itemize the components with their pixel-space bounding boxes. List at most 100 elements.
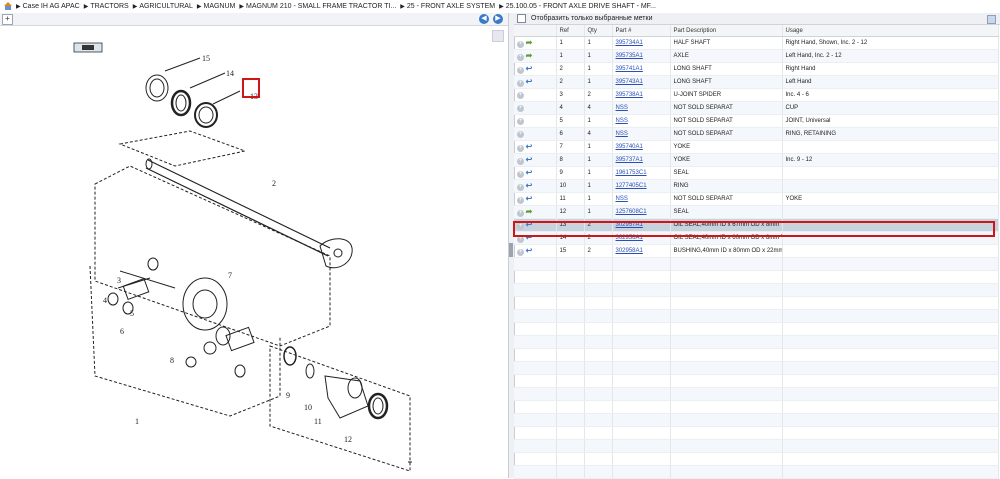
expand-icon[interactable] [987,15,996,24]
callout-label[interactable]: 4 [103,296,107,305]
breadcrumb-item[interactable]: MAGNUM [203,3,235,10]
header-part-number[interactable]: Part # [612,25,671,37]
part-number-link[interactable]: 395737A1 [616,157,643,163]
add-to-cart-icon[interactable]: + [517,209,524,217]
part-number-link[interactable]: 1961753C1 [616,170,647,176]
breadcrumb-item[interactable]: TRACTORS [90,3,128,10]
next-page-icon[interactable]: ▶ [493,14,503,24]
table-row[interactable]: + 6 4 NSS NOT SOLD SEPARAT RING, RETAINING [514,127,999,141]
cell-qty: 1 [584,140,613,154]
callout-label[interactable]: 3 [117,276,121,285]
add-to-cart-icon[interactable]: + [517,196,524,204]
diagram-toolbar: + ◀ ▶ [0,13,508,26]
callout-label[interactable]: 11 [314,417,322,426]
home-icon[interactable] [3,1,13,11]
add-to-cart-icon[interactable]: + [517,183,524,191]
table-row[interactable]: + ↩ 8 1 395737A1 YOKE Inc. 9 - 12 [514,153,999,167]
breadcrumb-item[interactable]: MAGNUM 210 - SMALL FRAME TRACTOR TI... [246,3,396,10]
table-header: Ref Qty Part # Part Description Usage [514,25,999,37]
breadcrumb-separator-icon: ▶ [83,3,89,10]
table-row[interactable]: + ➦ 1 1 395735A1 AXLE Left Hand, Inc. 2 - 12 [514,49,999,63]
cell-qty: 1 [584,36,613,50]
table-row[interactable]: + ↩ 2 1 395741A1 LONG SHAFT Right Hand [514,62,999,76]
header-qty[interactable]: Qty [584,25,613,37]
breadcrumb-item[interactable]: 25.100.05 - FRONT AXLE DRIVE SHAFT - MF.… [506,3,656,10]
callout-label[interactable]: 5 [130,309,134,318]
part-number-link[interactable]: 1277405C1 [616,183,647,189]
callout-label[interactable]: 13 [250,92,258,101]
cell-part-number: 395743A1 [612,75,671,89]
add-to-cart-icon[interactable]: + [517,91,524,99]
add-to-cart-icon[interactable]: + [517,235,524,243]
part-number-link[interactable]: 302956A1 [616,235,643,241]
part-number-link[interactable]: 302957A1 [616,222,643,228]
callout-label[interactable]: 10 [304,403,312,412]
callout-label[interactable]: 2 [272,179,276,188]
add-to-cart-icon[interactable]: + [517,248,524,256]
zoom-in-button[interactable]: + [2,14,13,25]
return-arrow-icon: ↩ [525,76,533,86]
callout-label[interactable]: 1 [135,417,139,426]
part-number-link[interactable]: 395738A1 [616,92,643,98]
table-row[interactable]: + 4 4 NSS NOT SOLD SEPARAT CUP [514,101,999,115]
add-to-cart-icon[interactable]: + [517,144,524,152]
cell-part-number: NSS [612,114,671,128]
add-to-cart-icon[interactable]: + [517,79,524,87]
part-number-link[interactable]: 1257608C1 [616,209,647,215]
part-number-link[interactable]: NSS [616,105,628,111]
previous-page-icon[interactable]: ◀ [479,14,489,24]
part-number-link[interactable]: NSS [616,118,628,124]
table-row[interactable]: + ↩ 15 2 302958A1 BUSHING,40mm ID x 80mm OD … [514,244,999,258]
table-row[interactable]: + ↩ 9 1 1961753C1 SEAL [514,166,999,180]
splitter-grip[interactable] [509,243,513,257]
add-to-cart-icon[interactable]: + [517,130,524,138]
callout-label[interactable]: 7 [228,271,232,280]
breadcrumb-item[interactable]: 25 - FRONT AXLE SYSTEM [407,3,495,10]
part-number-link[interactable]: 395740A1 [616,144,643,150]
header-description[interactable]: Part Description [670,25,783,37]
part-number-link[interactable]: 395735A1 [616,53,643,59]
add-to-cart-icon[interactable]: + [517,104,524,112]
breadcrumb-item[interactable]: AGRICULTURAL [139,3,193,10]
cell-ref: 14 [556,231,585,245]
part-number-link[interactable]: 395741A1 [616,66,643,72]
breadcrumb-item[interactable]: Case IH AG APAC [23,3,80,10]
callout-label[interactable]: 12 [344,435,352,444]
add-to-cart-icon[interactable]: + [517,66,524,74]
return-arrow-icon: ↩ [525,167,533,177]
table-row[interactable]: + ↩ 7 1 395740A1 YOKE [514,140,999,154]
header-usage[interactable]: Usage [782,25,999,37]
cell-usage [782,166,999,180]
callout-label[interactable]: 8 [170,356,174,365]
replacement-arrow-icon: ➦ [525,50,533,60]
callout-label[interactable]: 15 [202,54,210,63]
part-number-link[interactable]: 395734A1 [616,40,643,46]
empty-row [514,387,999,401]
table-row[interactable]: + ➦ 12 1 1257608C1 SEAL [514,205,999,219]
cell-part-number: 395737A1 [612,153,671,167]
table-row[interactable]: + ↩ 2 1 395743A1 LONG SHAFT Left Hand [514,75,999,89]
table-row[interactable]: + 3 2 395738A1 U-JOINT SPIDER Inc. 4 - 6 [514,88,999,102]
callout-label[interactable]: 6 [120,327,124,336]
add-to-cart-icon[interactable]: + [517,117,524,125]
add-to-cart-icon[interactable]: + [517,157,524,165]
part-number-link[interactable]: NSS [616,196,628,202]
table-row[interactable]: + 5 1 NSS NOT SOLD SEPARAT JOINT, Universal [514,114,999,128]
header-ref[interactable]: Ref [556,25,585,37]
table-row[interactable]: + ↩ 10 1 1277405C1 RING [514,179,999,193]
add-to-cart-icon[interactable]: + [517,170,524,178]
table-row[interactable]: + ↩ 13 2 302957A1 OIL SEAL,40mm ID x 67mm OD… [514,218,999,232]
part-number-link[interactable]: NSS [616,131,628,137]
part-number-link[interactable]: 302958A1 [616,248,643,254]
add-to-cart-icon[interactable]: + [517,53,524,61]
table-row[interactable]: + ↩ 14 2 302956A1 OIL SEAL,40mm ID x 60mm OD… [514,231,999,245]
part-number-link[interactable]: 395743A1 [616,79,643,85]
table-row[interactable]: + ↩ 11 1 NSS NOT SOLD SEPARAT YOKE [514,192,999,206]
add-to-cart-icon[interactable]: + [517,40,524,48]
show-selected-only-checkbox[interactable] [517,14,526,23]
callout-label[interactable]: 14 [226,69,234,78]
callout-label[interactable]: 9 [286,391,290,400]
table-row[interactable]: + ➦ 1 1 395734A1 HALF SHAFT Right Hand, Shown… [514,36,999,50]
add-to-cart-icon[interactable]: + [517,222,524,230]
return-arrow-icon: ↩ [525,219,533,229]
